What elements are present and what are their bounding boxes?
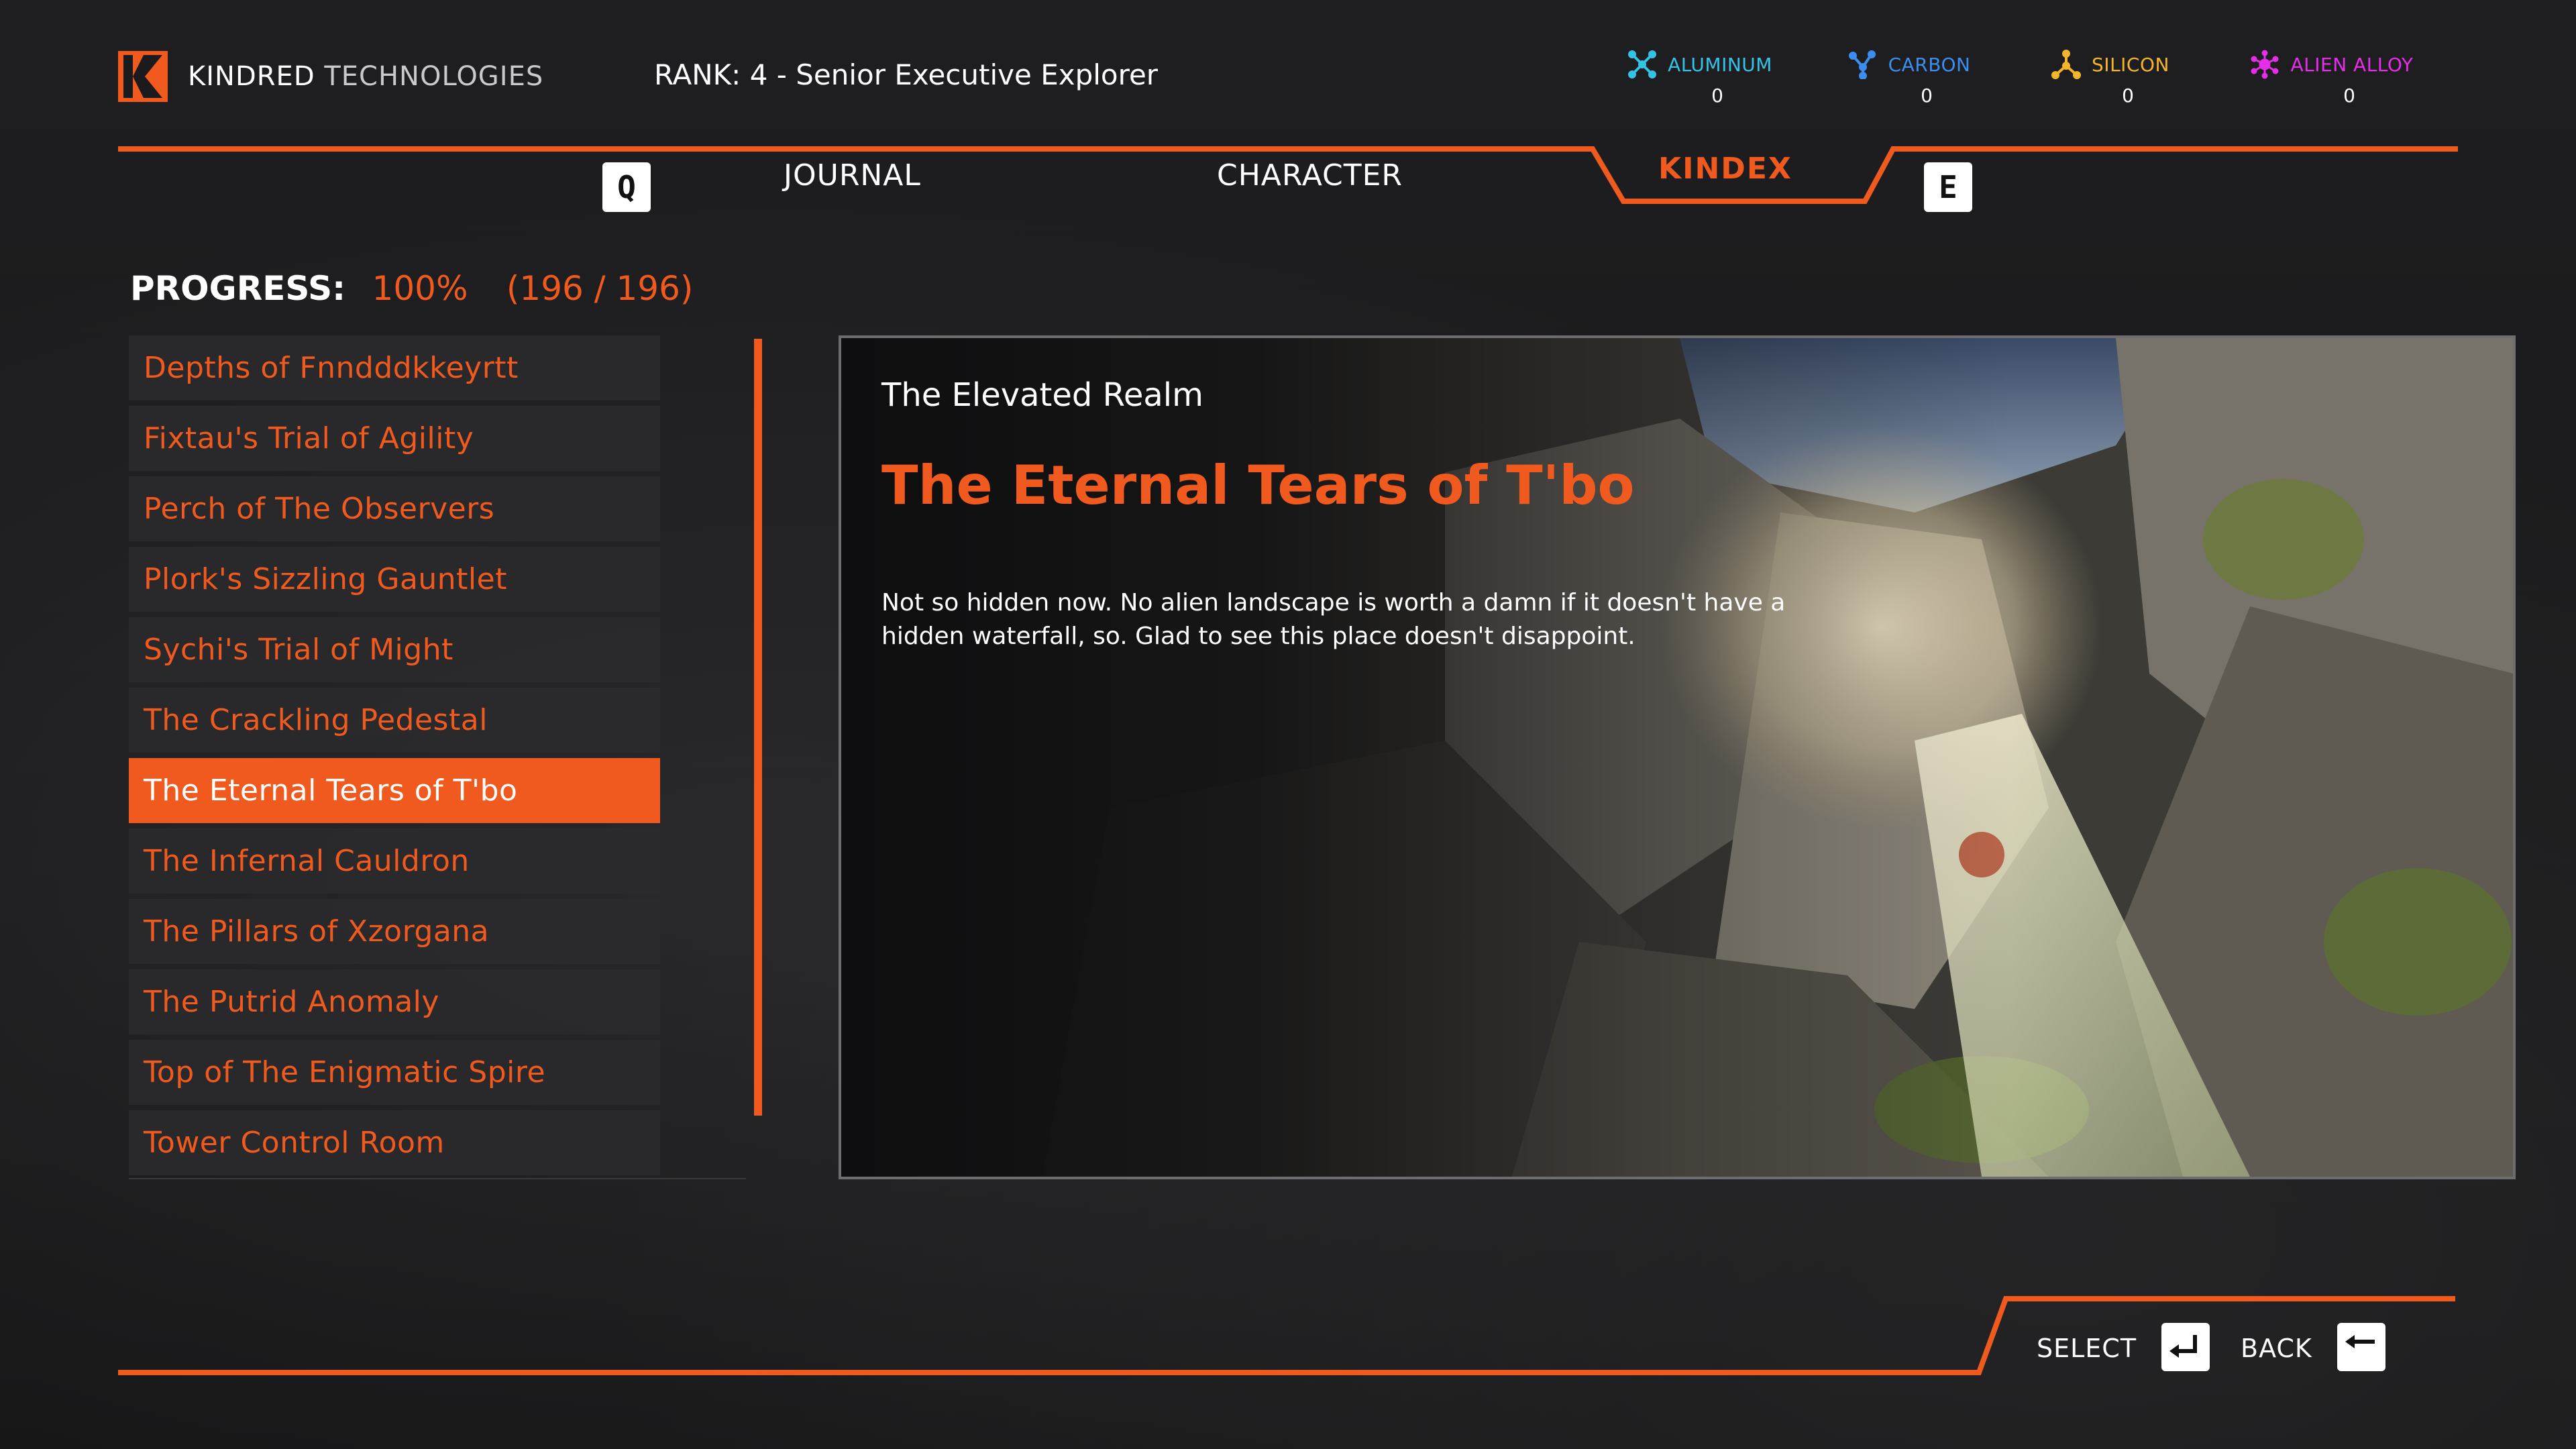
list-item[interactable]: Plork's Sizzling Gauntlet [129, 547, 660, 612]
progress-fraction: (196 / 196) [506, 269, 694, 308]
prev-tab-key-button[interactable]: Q [602, 162, 651, 212]
list-item[interactable]: The Putrid Anomaly [129, 969, 660, 1034]
list-item[interactable]: Tower Control Room [129, 1110, 660, 1175]
list-item[interactable]: Fixtau's Trial of Agility [129, 406, 660, 471]
location-description: Not so hidden now. No alien landscape is… [881, 589, 1786, 650]
select-hint-label: SELECT [2037, 1334, 2137, 1363]
tab-kindex[interactable]: KINDEX [1658, 149, 1792, 189]
next-tab-key-button[interactable]: E [1924, 162, 1972, 212]
location-title: The Eternal Tears of T'bo [881, 454, 1635, 517]
progress-label: PROGRESS: [130, 269, 346, 308]
backspace-key-button[interactable] [2337, 1323, 2385, 1371]
tab-character[interactable]: CHARACTER [1217, 156, 1403, 196]
location-list: Depths of Fnndddkkeyrtt Fixtau's Trial o… [129, 335, 660, 1181]
tab-journal[interactable]: JOURNAL [784, 156, 921, 196]
location-detail-panel: The Elevated Realm The Eternal Tears of … [839, 335, 2516, 1179]
list-item[interactable]: The Crackling Pedestal [129, 688, 660, 753]
list-item[interactable]: Depths of Fnndddkkeyrtt [129, 335, 660, 400]
list-item[interactable]: Perch of The Observers [129, 476, 660, 541]
realm-name: The Elevated Realm [881, 376, 1203, 414]
list-item[interactable]: Top of The Enigmatic Spire [129, 1040, 660, 1105]
list-scrollbar[interactable] [754, 339, 762, 1116]
completion-progress: PROGRESS: 100% (196 / 196) [130, 267, 693, 310]
enter-key-icon [2169, 1335, 2197, 1358]
back-hint-label: BACK [2241, 1334, 2312, 1363]
list-item-selected[interactable]: The Eternal Tears of T'bo [129, 758, 660, 823]
backspace-key-icon [2345, 1335, 2375, 1348]
list-item[interactable]: The Pillars of Xzorgana [129, 899, 660, 964]
list-item[interactable]: The Infernal Cauldron [129, 828, 660, 894]
list-item[interactable]: Sychi's Trial of Might [129, 617, 660, 682]
enter-key-button[interactable] [2161, 1323, 2210, 1371]
list-divider [129, 1178, 746, 1179]
progress-percent: 100% [372, 269, 468, 308]
